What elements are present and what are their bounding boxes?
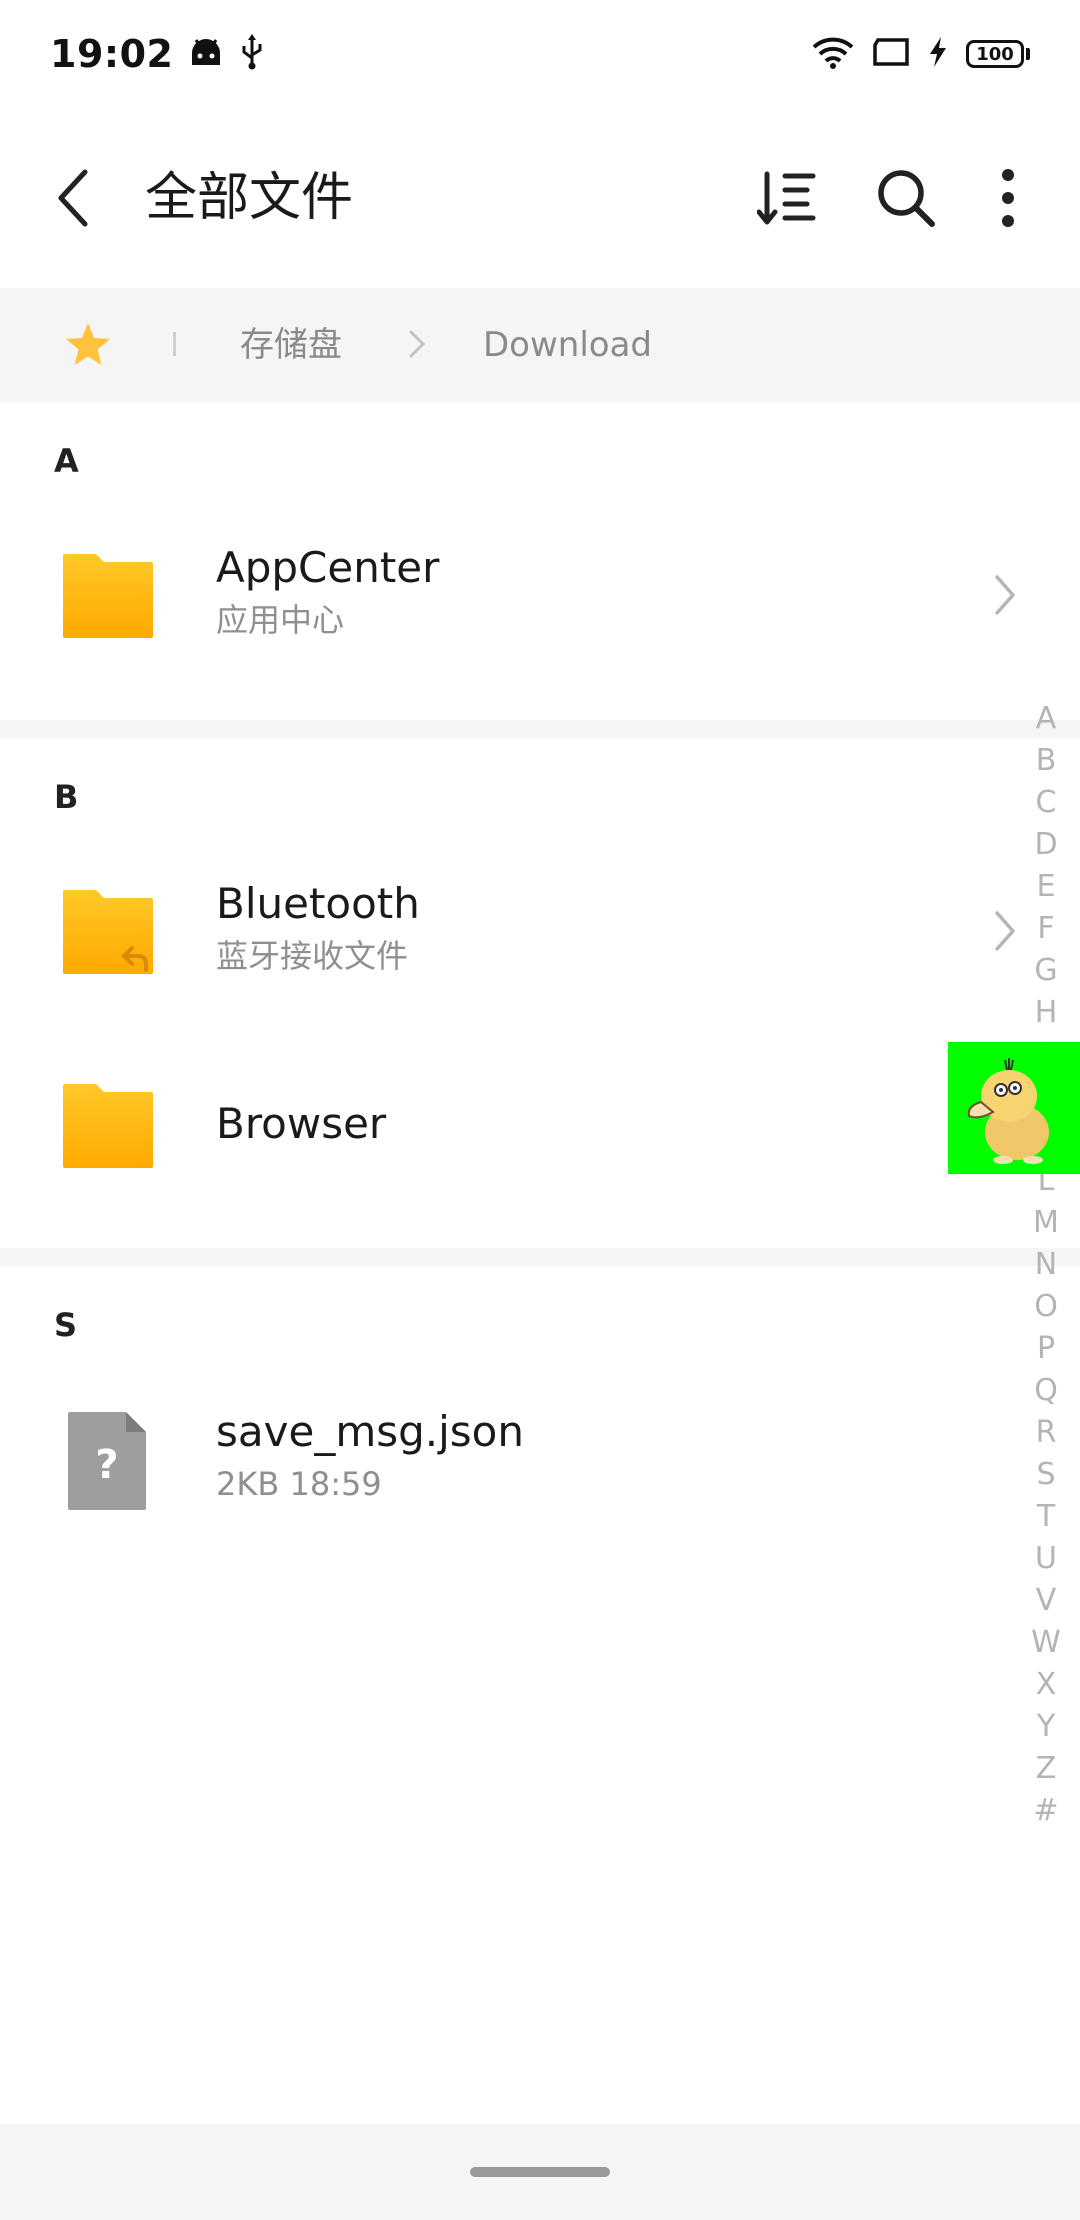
duck-icon bbox=[967, 1058, 1049, 1164]
alphabet-index-letter[interactable]: W bbox=[1031, 1622, 1061, 1664]
bluetooth-folder-icon bbox=[63, 890, 153, 974]
sort-button[interactable] bbox=[748, 158, 828, 238]
status-time: 19:02 bbox=[50, 32, 174, 76]
folder-icon bbox=[63, 554, 153, 638]
section-s: S ? save_msg.json 2KB 18:59 bbox=[0, 1266, 1080, 1586]
alphabet-index-letter[interactable]: P bbox=[1037, 1328, 1055, 1370]
section-letter: A bbox=[54, 442, 79, 480]
alphabet-index-letter[interactable]: # bbox=[1033, 1790, 1058, 1832]
back-button[interactable] bbox=[48, 158, 98, 238]
item-subtitle: 蓝牙接收文件 bbox=[216, 937, 409, 975]
list-item[interactable]: Bluetooth 蓝牙接收文件 bbox=[0, 828, 1080, 1028]
alphabet-index-letter[interactable]: D bbox=[1034, 824, 1057, 866]
alphabet-index-letter[interactable]: F bbox=[1037, 908, 1054, 950]
alphabet-index-letter[interactable]: E bbox=[1037, 866, 1056, 908]
section-letter: S bbox=[54, 1306, 78, 1344]
list-item[interactable]: AppCenter 应用中心 bbox=[0, 492, 1080, 692]
breadcrumb: 存储盘 Download bbox=[0, 288, 1080, 402]
star-icon bbox=[66, 323, 110, 365]
android-icon bbox=[189, 37, 223, 71]
alphabet-index-letter[interactable]: G bbox=[1034, 950, 1057, 992]
section-letter: B bbox=[54, 778, 79, 816]
page-title: 全部文件 bbox=[145, 168, 354, 228]
navigation-bar bbox=[0, 2124, 1080, 2220]
folder-icon bbox=[63, 1084, 153, 1168]
item-name: Bluetooth bbox=[216, 879, 420, 928]
alphabet-index-letter[interactable]: V bbox=[1036, 1580, 1057, 1622]
home-handle[interactable] bbox=[470, 2167, 610, 2177]
app-header: 全部文件 bbox=[0, 108, 1080, 288]
alphabet-index-letter[interactable]: N bbox=[1035, 1244, 1057, 1286]
list-item[interactable]: ? save_msg.json 2KB 18:59 bbox=[0, 1356, 1080, 1556]
chevron-right-icon bbox=[990, 906, 1020, 956]
alphabet-index-letter[interactable]: C bbox=[1036, 782, 1057, 824]
alphabet-index-letter[interactable]: R bbox=[1036, 1412, 1057, 1454]
alphabet-index-letter[interactable]: A bbox=[1036, 698, 1057, 740]
item-name: save_msg.json bbox=[216, 1407, 524, 1456]
alphabet-index-letter[interactable]: U bbox=[1035, 1538, 1057, 1580]
section-b: B Bluetooth 蓝牙接收文件 Browser bbox=[0, 738, 1080, 1248]
sort-icon bbox=[757, 171, 816, 225]
section-divider bbox=[0, 720, 1080, 738]
item-name: AppCenter bbox=[216, 543, 440, 592]
more-button[interactable] bbox=[968, 158, 1048, 238]
favorites-button[interactable] bbox=[60, 316, 116, 372]
alphabet-index-letter[interactable]: Y bbox=[1037, 1706, 1055, 1748]
battery-level: 100 bbox=[966, 40, 1024, 68]
search-icon bbox=[878, 170, 935, 227]
alphabet-index-letter[interactable]: Z bbox=[1036, 1748, 1057, 1790]
floating-sticker[interactable] bbox=[948, 1042, 1080, 1174]
back-icon bbox=[58, 169, 88, 227]
item-subtitle: 应用中心 bbox=[216, 601, 345, 639]
screen-icon bbox=[872, 37, 910, 71]
status-bar: 19:02 100 bbox=[0, 0, 1080, 108]
alphabet-index-letter[interactable]: O bbox=[1034, 1286, 1058, 1328]
alphabet-index-letter[interactable]: H bbox=[1035, 992, 1058, 1034]
wifi-icon bbox=[812, 35, 854, 73]
item-name: Browser bbox=[216, 1099, 387, 1148]
alphabet-index-letter[interactable]: M bbox=[1033, 1202, 1059, 1244]
breadcrumb-storage[interactable]: 存储盘 bbox=[240, 318, 342, 372]
battery-indicator: 100 bbox=[966, 40, 1030, 68]
alphabet-index-letter[interactable]: X bbox=[1036, 1664, 1057, 1706]
item-subtitle: 2KB 18:59 bbox=[216, 1465, 382, 1503]
svg-text:?: ? bbox=[95, 1442, 118, 1488]
alphabet-index[interactable]: ABCDEFGHIJKLMNOPQRSTUVWXYZ# bbox=[1026, 698, 1066, 1832]
charging-icon bbox=[928, 36, 948, 72]
unknown-file-icon: ? bbox=[68, 1412, 146, 1510]
more-icon bbox=[1002, 169, 1014, 227]
section-a: A AppCenter 应用中心 bbox=[0, 402, 1080, 720]
alphabet-index-letter[interactable]: T bbox=[1037, 1496, 1055, 1538]
alphabet-index-letter[interactable]: S bbox=[1036, 1454, 1055, 1496]
breadcrumb-separator bbox=[173, 332, 176, 356]
list-item[interactable]: Browser bbox=[0, 1028, 1080, 1228]
breadcrumb-download[interactable]: Download bbox=[483, 318, 652, 372]
section-divider bbox=[0, 1248, 1080, 1266]
chevron-right-icon bbox=[402, 324, 432, 364]
search-button[interactable] bbox=[866, 158, 946, 238]
alphabet-index-letter[interactable]: B bbox=[1036, 740, 1057, 782]
chevron-right-icon bbox=[990, 570, 1020, 620]
usb-icon bbox=[239, 34, 265, 74]
alphabet-index-letter[interactable]: Q bbox=[1034, 1370, 1058, 1412]
